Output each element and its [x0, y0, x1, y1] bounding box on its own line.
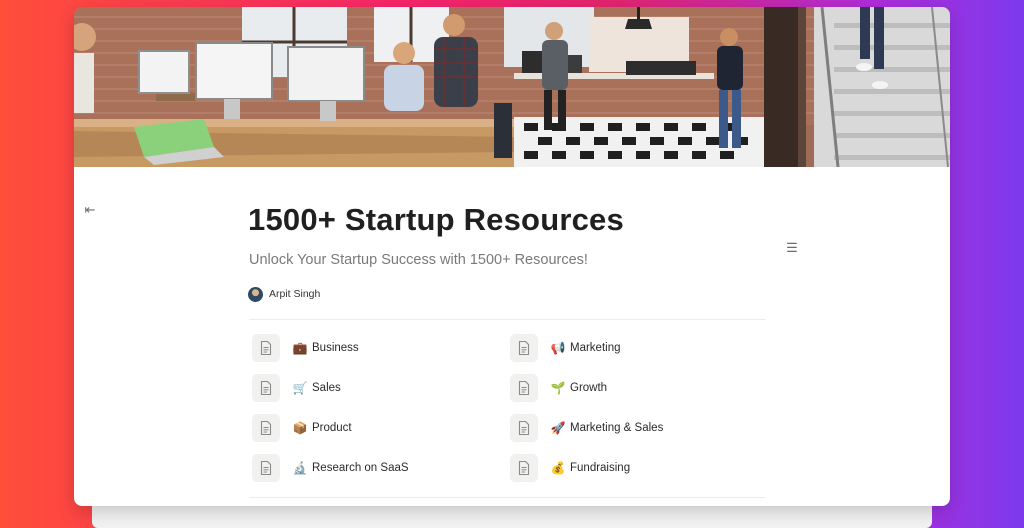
- money-bag-icon: 💰: [550, 461, 566, 475]
- link-marketing-and-sales[interactable]: 🚀 Marketing & Sales: [510, 413, 768, 443]
- microscope-icon: 🔬: [292, 461, 308, 475]
- seedling-icon: 🌱: [550, 381, 566, 395]
- document-icon: [510, 414, 538, 442]
- document-icon: [510, 374, 538, 402]
- shopping-cart-icon: 🛒: [292, 381, 308, 395]
- link-label: Growth: [570, 382, 608, 394]
- link-label: Research on SaaS: [312, 462, 409, 474]
- resource-links-grid: 💼 Business 📢 Marketing 🛒 Sales 🌱 Growth …: [252, 333, 772, 493]
- document-icon: [252, 414, 280, 442]
- briefcase-icon: 💼: [292, 341, 308, 355]
- link-label: Business: [312, 342, 359, 354]
- collapse-sidebar-icon[interactable]: ⇤: [80, 201, 100, 219]
- document-icon: [510, 334, 538, 362]
- megaphone-icon: 📢: [550, 341, 566, 355]
- page-subtitle: Unlock Your Startup Success with 1500+ R…: [249, 252, 588, 268]
- document-icon: [252, 334, 280, 362]
- link-marketing[interactable]: 📢 Marketing: [510, 333, 768, 363]
- link-label: Fundraising: [570, 462, 631, 474]
- link-label: Product: [312, 422, 352, 434]
- link-label: Marketing: [570, 342, 621, 354]
- document-icon: [510, 454, 538, 482]
- cover-image: [74, 7, 950, 167]
- document-icon: [252, 374, 280, 402]
- notion-page-window: ⇤ ☰ 1500+ Startup Resources Unlock Your …: [74, 7, 950, 506]
- page-title: 1500+ Startup Resources: [248, 202, 624, 237]
- link-business[interactable]: 💼 Business: [252, 333, 510, 363]
- package-icon: 📦: [292, 421, 308, 435]
- link-sales[interactable]: 🛒 Sales: [252, 373, 510, 403]
- document-icon: [252, 454, 280, 482]
- rocket-icon: 🚀: [550, 421, 566, 435]
- link-label: Marketing & Sales: [570, 422, 664, 434]
- link-label: Sales: [312, 382, 341, 394]
- divider: [249, 319, 766, 320]
- link-research-on-saas[interactable]: 🔬 Research on SaaS: [252, 453, 510, 483]
- author-mention[interactable]: Arpit Singh: [248, 286, 320, 302]
- link-fundraising[interactable]: 💰 Fundraising: [510, 453, 768, 483]
- avatar: [248, 286, 263, 302]
- link-growth[interactable]: 🌱 Growth: [510, 373, 768, 403]
- divider: [249, 497, 766, 498]
- cover-office-illustration: [74, 7, 950, 167]
- table-of-contents-icon[interactable]: ☰: [782, 239, 802, 257]
- link-product[interactable]: 📦 Product: [252, 413, 510, 443]
- author-name: Arpit Singh: [269, 288, 321, 300]
